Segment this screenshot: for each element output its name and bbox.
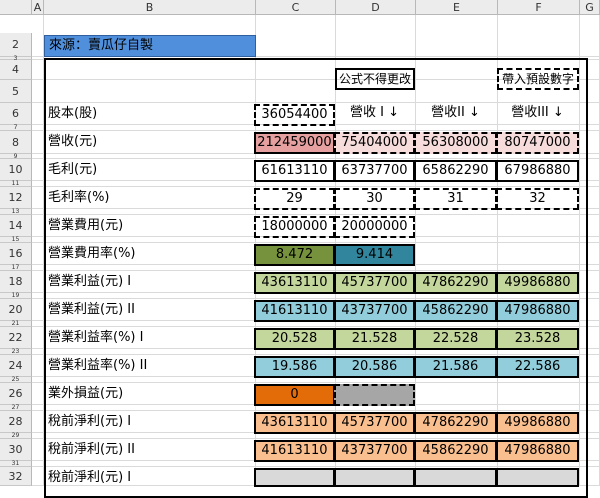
cell-d28[interactable]: 45737700	[334, 412, 415, 434]
row-label-20: 營業利益(元) II	[48, 302, 135, 317]
cell-c16[interactable]: 8.472	[254, 244, 335, 266]
cell-d26[interactable]	[334, 384, 415, 406]
cell-f12[interactable]: 32	[496, 188, 579, 210]
cell-c30[interactable]: 41613110	[254, 440, 335, 462]
cell-e20[interactable]: 45862290	[414, 300, 497, 322]
column-header-a[interactable]: A	[32, 0, 44, 15]
row-label-8: 營收(元)	[48, 134, 98, 149]
row-header-32[interactable]: 32	[0, 467, 32, 486]
row-header-6[interactable]: 6	[0, 103, 32, 125]
row-header-20[interactable]: 20	[0, 299, 32, 321]
cell-e22[interactable]: 22.528	[414, 328, 497, 350]
cell-f20[interactable]: 47986880	[496, 300, 579, 322]
cell-f8[interactable]: 80747000	[496, 132, 579, 154]
cell-c24[interactable]: 19.586	[254, 356, 335, 378]
row-header-26[interactable]: 26	[0, 383, 32, 405]
cell-d20[interactable]: 43737700	[334, 300, 415, 322]
cell-e30[interactable]: 45862290	[414, 440, 497, 462]
row-label-26: 業外損益(元)	[48, 386, 124, 401]
row-label-32: 稅前淨利(元) I	[48, 470, 132, 485]
cell-e8[interactable]: 56308000	[414, 132, 497, 154]
cell-c22[interactable]: 20.528	[254, 328, 335, 350]
spreadsheet: ABCDEFG 2 3 4 5 6 7 8 9 10 11 12 13 14 15 16 17 18 19 20 21…	[0, 0, 600, 498]
cell-e28[interactable]: 47862290	[414, 412, 497, 434]
row-label-6: 股本(股)	[48, 106, 98, 121]
cell-f22[interactable]: 23.528	[496, 328, 579, 350]
row-header-4[interactable]: 4	[0, 60, 32, 80]
cell-c32[interactable]	[254, 468, 335, 487]
row-header-22[interactable]: 22	[0, 327, 32, 349]
row-header-30[interactable]: 30	[0, 439, 32, 461]
cell-f6[interactable]: 營收III ↓	[496, 104, 579, 126]
cell-e32[interactable]	[414, 468, 497, 487]
cell-d24[interactable]: 20.586	[334, 356, 415, 378]
cell-c26[interactable]: 0	[254, 384, 335, 406]
row-label-10: 毛利(元)	[48, 162, 98, 177]
column-header-b[interactable]: B	[44, 0, 256, 15]
cell-e6[interactable]: 營收II ↓	[414, 104, 497, 126]
cell-e24[interactable]: 21.586	[414, 356, 497, 378]
row-label-30: 稅前淨利(元) II	[48, 442, 135, 457]
cell-d12[interactable]: 30	[334, 188, 415, 210]
cell-d30[interactable]: 43737700	[334, 440, 415, 462]
cell-c28[interactable]: 43613110	[254, 412, 335, 434]
column-header-f[interactable]: F	[498, 0, 580, 15]
cell-d32[interactable]	[334, 468, 415, 487]
cell-c20[interactable]: 41613110	[254, 300, 335, 322]
column-header-e[interactable]: E	[416, 0, 498, 15]
row-header-24[interactable]: 24	[0, 355, 32, 377]
cell-d18[interactable]: 45737700	[334, 272, 415, 294]
row-label-28: 稅前淨利(元) I	[48, 414, 132, 429]
cell-f24[interactable]: 22.586	[496, 356, 579, 378]
cell-e12[interactable]: 31	[414, 188, 497, 210]
cell-d8[interactable]: 75404000	[334, 132, 415, 154]
row-label-14: 營業費用(元)	[48, 218, 124, 233]
row-header-8[interactable]: 8	[0, 131, 32, 154]
cell-c8[interactable]: 212459000	[254, 132, 335, 154]
row-label-18: 營業利益(元) I	[48, 274, 132, 289]
column-header-d[interactable]: D	[336, 0, 416, 15]
cell-f18[interactable]: 49986880	[496, 272, 579, 294]
cell-c12[interactable]: 29	[254, 188, 335, 210]
column-header-g[interactable]: G	[580, 0, 600, 15]
cell-d6[interactable]: 營收 I ↓	[334, 104, 415, 126]
cell-d16[interactable]: 9.414	[334, 244, 415, 266]
source-label: 來源：賣瓜仔自製	[44, 35, 256, 57]
cell-c6[interactable]: 36054400	[254, 104, 335, 126]
formula-locked-note: 公式不得更改	[335, 68, 415, 90]
cell-c18[interactable]: 43613110	[254, 272, 335, 294]
cell-e18[interactable]: 47862290	[414, 272, 497, 294]
row-header-12[interactable]: 12	[0, 187, 32, 209]
default-numbers-note: 帶入預設數字	[497, 68, 579, 90]
cell-f28[interactable]: 49986880	[496, 412, 579, 434]
row-header-18[interactable]: 18	[0, 271, 32, 293]
cell-c10[interactable]: 61613110	[254, 160, 335, 182]
row-header-16[interactable]: 16	[0, 243, 32, 265]
row-label-16: 營業費用率(%)	[48, 246, 136, 261]
cell-d14[interactable]: 20000000	[334, 216, 415, 238]
row-header-10[interactable]: 10	[0, 159, 32, 181]
row-header-2[interactable]: 2	[0, 33, 32, 57]
row-header-14[interactable]: 14	[0, 215, 32, 237]
select-all-corner[interactable]	[0, 0, 32, 15]
cell-d10[interactable]: 63737700	[334, 160, 415, 182]
column-header-c[interactable]: C	[256, 0, 336, 15]
cell-f32[interactable]	[496, 468, 579, 487]
cell-c14[interactable]: 18000000	[254, 216, 335, 238]
cell-d22[interactable]: 21.528	[334, 328, 415, 350]
row-header-5[interactable]: 5	[0, 80, 32, 103]
row-label-12: 毛利率(%)	[48, 190, 110, 205]
row-label-24: 營業利益率(%) II	[48, 358, 148, 373]
cell-f10[interactable]: 67986880	[496, 160, 579, 182]
row-header-28[interactable]: 28	[0, 411, 32, 433]
cell-e10[interactable]: 65862290	[414, 160, 497, 182]
cell-f30[interactable]: 47986880	[496, 440, 579, 462]
row-label-22: 營業利益率(%) I	[48, 330, 144, 345]
